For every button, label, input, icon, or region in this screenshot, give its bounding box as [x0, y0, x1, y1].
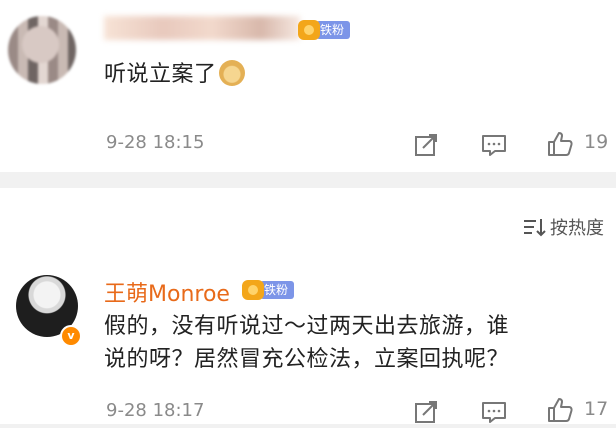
- sort-by-hot-button[interactable]: 按热度: [522, 214, 604, 240]
- doge-emoji: [218, 60, 245, 86]
- comment-text: 听说立案了: [104, 58, 245, 91]
- username[interactable]: 王萌Monroe: [104, 276, 230, 308]
- share-icon[interactable]: [412, 398, 440, 426]
- username-blurred[interactable]: [104, 16, 300, 40]
- thumbs-up-icon[interactable]: [546, 396, 574, 424]
- like-count: 19: [584, 131, 609, 153]
- comment-time: 9-28 18:17: [106, 400, 205, 421]
- share-icon[interactable]: [412, 131, 440, 159]
- avatar[interactable]: [8, 16, 76, 84]
- sort-icon: [524, 219, 546, 237]
- vip-badge: v: [60, 325, 82, 347]
- comment-icon[interactable]: [480, 131, 508, 159]
- comment-icon[interactable]: [480, 398, 508, 426]
- thumbs-up-icon[interactable]: [546, 130, 574, 158]
- fan-heart-icon: [242, 280, 264, 300]
- section-divider: [0, 172, 616, 188]
- fan-badge: 铁粉: [298, 20, 351, 40]
- comment-text: 假的，没有听说过～过两天出去旅游，谁 说的呀？居然冒充公检法，立案回执呢？: [104, 314, 510, 372]
- fan-heart-icon: [298, 20, 320, 40]
- bottom-divider: [0, 424, 616, 428]
- like-count: 17: [584, 398, 609, 420]
- comment-time: 9-28 18:15: [106, 132, 205, 153]
- fan-badge: 铁粉: [242, 280, 295, 300]
